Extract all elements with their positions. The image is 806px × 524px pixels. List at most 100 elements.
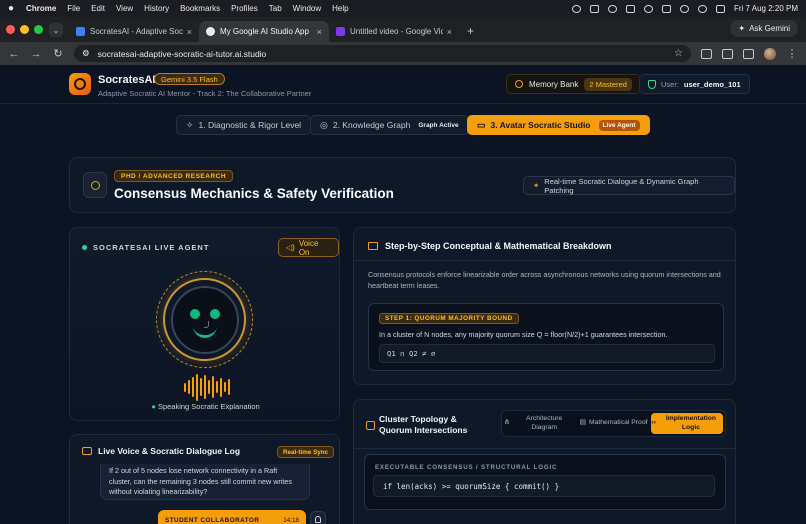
option-label: Implementation Logic [665, 415, 717, 431]
forward-icon[interactable]: → [30, 48, 42, 60]
dialogue-log-card: Live Voice & Socratic Dialogue Log Real-… [69, 434, 340, 524]
avatar-eye-left [189, 308, 200, 319]
agent-label: SOCRATESAI LIVE AGENT [82, 243, 209, 252]
tab-title: SocratesAI - Adaptive Socrati [90, 27, 183, 36]
menu-file[interactable]: File [67, 4, 80, 13]
agent-message-bubble: If 2 out of 5 nodes lose network connect… [100, 464, 310, 500]
battery-icon[interactable] [589, 4, 599, 13]
memory-coin-icon [515, 80, 523, 88]
log-header: Live Voice & Socratic Dialogue Log [82, 446, 240, 456]
tab-search-chevron-icon[interactable]: ⌄ [49, 23, 63, 37]
reload-icon[interactable]: ↻ [52, 47, 64, 60]
sync-icon[interactable] [607, 4, 617, 13]
ask-gemini-label: Ask Gemini [749, 24, 790, 33]
tab-diagnostic[interactable]: ✧ 1. Diagnostic & Rigor Level [176, 115, 312, 135]
status-dot-icon: ● [151, 402, 156, 411]
book-icon [368, 242, 378, 250]
tab-google-vids[interactable]: Untitled video - Google Vids × [329, 21, 459, 42]
chat-icon [82, 447, 92, 455]
back-icon[interactable]: ← [8, 48, 20, 60]
tab-avatar-studio-label: 3. Avatar Socratic Studio [490, 120, 591, 130]
sparkle-icon: ✧ [186, 119, 194, 130]
document-icon: ▤ [579, 419, 586, 427]
site-info-icon[interactable]: ⚙ [82, 48, 90, 59]
tab-close-icon[interactable]: × [187, 27, 192, 37]
media-controls-icon[interactable] [701, 48, 712, 59]
profile-avatar[interactable] [764, 47, 776, 60]
realtime-label: Real-time Socratic Dialogue & Dynamic Gr… [544, 176, 699, 195]
extensions-icon[interactable] [722, 48, 733, 59]
record-icon[interactable] [625, 4, 635, 13]
live-agent-card: SOCRATESAI LIVE AGENT ◁) Voice On ● Spea… [69, 227, 340, 421]
option-mathematical-proof[interactable]: ▤ Mathematical Proof [578, 413, 650, 434]
speaker-icon: ◁) [286, 243, 295, 252]
close-window-button[interactable] [6, 25, 15, 34]
log-title: Live Voice & Socratic Dialogue Log [98, 446, 241, 456]
voice-toggle-button[interactable]: ◁) Voice On [278, 238, 339, 257]
tab-avatar-studio[interactable]: ▭ 3. Avatar Socratic Studio Live Agent [467, 115, 650, 135]
topic-title: Consensus Mechanics & Safety Verificatio… [114, 186, 394, 201]
browser-toolbar: ← → ↻ ⚙ socratesai-adaptive-socratic-ai-… [0, 42, 806, 65]
address-bar[interactable]: ⚙ socratesai-adaptive-socratic-ai-tutor.… [74, 45, 691, 62]
breakdown-header: Step-by-Step Conceptual & Mathematical B… [368, 241, 612, 251]
location-pin-icon: ◎ [320, 119, 328, 130]
code-label: EXECUTABLE CONSENSUS / STRUCTURAL LOGIC [375, 464, 558, 471]
wifi-icon[interactable] [643, 4, 653, 13]
play-icon[interactable] [679, 4, 689, 13]
view-selector: ⋔ Architecture Diagram ▤ Mathematical Pr… [501, 410, 726, 437]
menubar-clock[interactable]: Fri 7 Aug 2:20 PM [734, 4, 798, 13]
menu-history[interactable]: History [144, 4, 169, 13]
browser-tabstrip: ⌄ SocratesAI - Adaptive Socrati × My Goo… [0, 17, 806, 42]
vpn-icon[interactable] [661, 4, 671, 13]
sparkle-icon: ✦ [533, 181, 540, 190]
search-icon[interactable] [697, 4, 707, 13]
step-tag: STEP 1: QUORUM MAJORITY BOUND [379, 313, 519, 324]
socratesai-favicon-icon [76, 27, 85, 36]
menu-tab[interactable]: Tab [269, 4, 282, 13]
tab-knowledge-graph-label: 2. Knowledge Graph [332, 120, 411, 130]
avatar-face[interactable] [170, 285, 239, 354]
tab-close-icon[interactable]: × [447, 27, 452, 37]
audio-waveform [184, 372, 230, 402]
option-implementation-logic[interactable]: ‹› Implementation Logic [651, 413, 724, 434]
topology-card: Cluster Topology & Quorum Intersections … [353, 399, 736, 524]
menu-help[interactable]: Help [332, 4, 348, 13]
side-panel-icon[interactable] [743, 48, 754, 59]
brand-logo-icon [69, 73, 91, 95]
globe-favicon-icon [206, 27, 215, 36]
tab-socratesai[interactable]: SocratesAI - Adaptive Socrati × [69, 21, 199, 42]
more-menu-icon[interactable]: ⋮ [786, 47, 798, 60]
tab-ai-studio[interactable]: My Google AI Studio App × [199, 21, 329, 42]
control-center-icon[interactable] [715, 4, 725, 13]
option-label: Architecture Diagram [526, 415, 563, 431]
zoom-window-button[interactable] [34, 25, 43, 34]
tab-knowledge-graph[interactable]: ◎ 2. Knowledge Graph Graph Active [310, 115, 469, 135]
student-label: STUDENT COLLABORATOR [165, 516, 260, 524]
user-badge[interactable]: User: user_demo_101 [639, 74, 750, 94]
menu-window[interactable]: Window [293, 4, 321, 13]
memory-bank-button[interactable]: Memory Bank 2 Mastered [506, 74, 641, 94]
new-tab-button[interactable]: + [467, 24, 474, 38]
user-avatar-icon [310, 511, 326, 524]
minimize-window-button[interactable] [20, 25, 29, 34]
cloud-icon[interactable] [571, 4, 581, 13]
step-card: STEP 1: QUORUM MAJORITY BOUND In a clust… [368, 303, 724, 371]
breakdown-body: Consensus protocols enforce linearizable… [368, 270, 721, 290]
apple-icon[interactable]: ● [8, 3, 14, 14]
agent-status: ● Speaking Socratic Explanation [70, 402, 341, 411]
bookmark-star-icon[interactable]: ☆ [674, 48, 683, 59]
menu-app[interactable]: Chrome [26, 4, 56, 13]
student-time: 14:18 [283, 516, 299, 524]
code-snippet: if len(acks) >= quorumSize { commit() } [373, 475, 715, 497]
brand-name: SocratesAI [98, 74, 156, 86]
option-architecture-diagram[interactable]: ⋔ Architecture Diagram [504, 413, 576, 434]
tab-title: My Google AI Studio App [220, 27, 309, 36]
menu-profiles[interactable]: Profiles [231, 4, 258, 13]
ask-gemini-button[interactable]: ✦ Ask Gemini [730, 20, 798, 37]
tab-title: Untitled video - Google Vids [350, 27, 443, 36]
menu-bookmarks[interactable]: Bookmarks [180, 4, 220, 13]
avatar-ring [156, 271, 253, 368]
tab-close-icon[interactable]: × [317, 27, 322, 37]
menu-edit[interactable]: Edit [91, 4, 105, 13]
menu-view[interactable]: View [116, 4, 133, 13]
